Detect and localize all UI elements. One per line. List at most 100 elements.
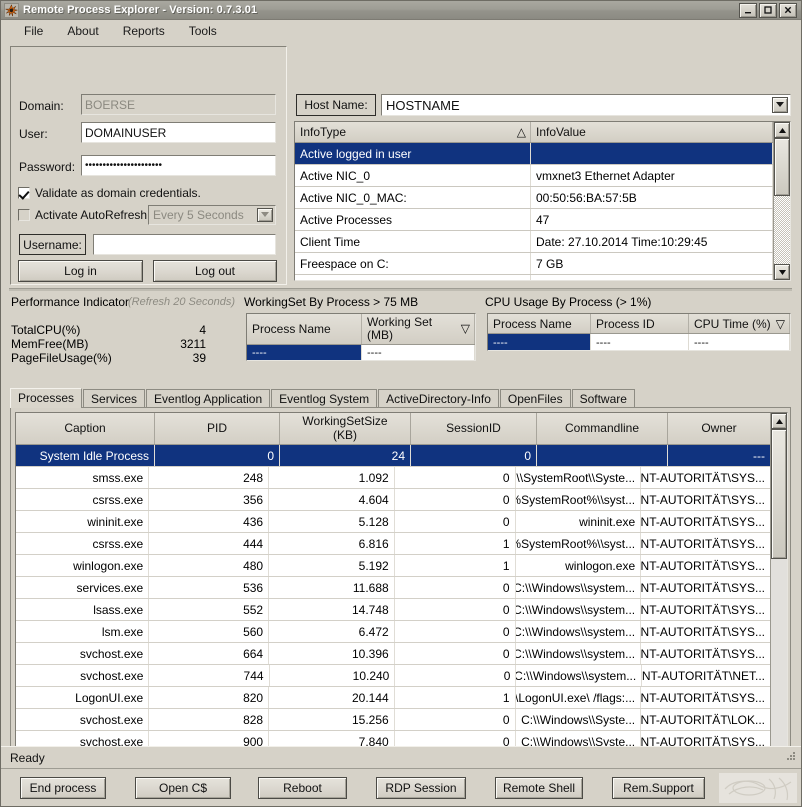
status-bar: Ready xyxy=(1,746,801,768)
header-cpu-process-name[interactable]: Process Name xyxy=(488,314,591,333)
host-info-row[interactable]: Active Processes 47 xyxy=(295,209,773,231)
header-owner[interactable]: Owner xyxy=(668,413,770,444)
password-field[interactable]: •••••••••••••••••••••• xyxy=(81,155,276,176)
rem-support-button[interactable]: Rem.Support xyxy=(612,777,705,799)
header-ws-process-name[interactable]: Process Name xyxy=(247,314,362,344)
menu-tools[interactable]: Tools xyxy=(180,22,226,40)
host-info-row[interactable]: Active logged in user xyxy=(295,143,773,165)
title-bar[interactable]: Remote Process Explorer - Version: 0.7.3… xyxy=(1,1,801,20)
refresh-interval-combo[interactable]: Every 5 Seconds xyxy=(148,205,276,225)
remote-shell-button[interactable]: Remote Shell xyxy=(495,777,583,799)
close-button[interactable] xyxy=(779,2,797,18)
autorefresh-checkbox[interactable] xyxy=(18,209,30,221)
table-row[interactable]: wininit.exe 436 5.128 0 wininit.exe NT-AUTORI… xyxy=(16,511,770,533)
table-row[interactable]: svchost.exe 744 10.240 0 C:\\Windows\\system… xyxy=(16,665,770,687)
minimize-button[interactable] xyxy=(739,2,757,18)
workingset-panel-title: WorkingSet By Process > 75 MB xyxy=(244,295,419,309)
open-c-share-button[interactable]: Open C$ xyxy=(135,777,231,799)
header-cpu-time[interactable]: CPU Time (%) ▽ xyxy=(689,314,790,333)
workingset-header-row: Process Name Working Set (MB) ▽ xyxy=(247,314,475,345)
scroll-up-icon[interactable] xyxy=(774,122,790,138)
workingset-row[interactable]: ---- ---- xyxy=(247,345,475,360)
cell-commandline: winlogon.exe xyxy=(516,555,642,576)
reboot-button[interactable]: Reboot xyxy=(258,777,347,799)
host-info-row[interactable]: Freespace on C: 7 GB xyxy=(295,253,773,275)
table-row[interactable]: smss.exe 248 1.092 0 \\SystemRoot\\Syste... N… xyxy=(16,467,770,489)
table-row[interactable]: services.exe 536 11.688 0 C:\\Windows\\syste… xyxy=(16,577,770,599)
host-info-scrollbar[interactable] xyxy=(773,122,790,280)
tab-processes[interactable]: Processes xyxy=(10,388,83,408)
cpu-usage-grid[interactable]: Process Name Process ID CPU Time (%) ▽ -… xyxy=(487,313,791,351)
tab-eventlog-application[interactable]: Eventlog Application xyxy=(146,389,271,408)
header-caption[interactable]: Caption xyxy=(16,413,155,444)
table-row[interactable]: winlogon.exe 480 5.192 1 winlogon.exe NT-AUTO… xyxy=(16,555,770,577)
header-ws-value[interactable]: Working Set (MB) ▽ xyxy=(362,314,475,344)
header-sessionid[interactable]: SessionID xyxy=(411,413,537,444)
host-info-scroll-thumb[interactable] xyxy=(774,138,790,196)
table-row[interactable]: csrss.exe 444 6.816 1 %SystemRoot%\\syst... N… xyxy=(16,533,770,555)
cell-workingsetsize: 11.688 xyxy=(269,577,395,598)
table-row[interactable]: LogonUI.exe 820 20.144 1 \LogonUI.exe\ /flag… xyxy=(16,687,770,709)
scroll-up-icon[interactable] xyxy=(771,413,787,429)
workingset-grid[interactable]: Process Name Working Set (MB) ▽ ---- ---… xyxy=(246,313,476,361)
process-scroll-track[interactable] xyxy=(771,429,787,772)
table-row[interactable]: svchost.exe 664 10.396 0 C:\\Windows\\system… xyxy=(16,643,770,665)
maximize-button[interactable] xyxy=(759,2,777,18)
host-info-row[interactable]: Active NIC_0 vmxnet3 Ethernet Adapter xyxy=(295,165,773,187)
sort-descending-icon: ▽ xyxy=(775,316,785,331)
table-row[interactable]: System Idle Process 0 24 0 --- xyxy=(16,445,770,467)
menu-reports[interactable]: Reports xyxy=(114,22,174,40)
cpu-usage-row[interactable]: ---- ---- ---- xyxy=(488,334,790,350)
process-table[interactable]: Caption PID WorkingSetSize (KB) SessionI… xyxy=(15,412,788,789)
header-pid[interactable]: PID xyxy=(155,413,280,444)
process-table-scrollbar[interactable] xyxy=(770,413,787,788)
header-infotype[interactable]: InfoType △ xyxy=(295,122,531,142)
autorefresh-row[interactable]: Activate AutoRefresh xyxy=(18,208,147,222)
header-workingsetsize[interactable]: WorkingSetSize (KB) xyxy=(280,413,411,444)
username-input[interactable] xyxy=(93,234,276,255)
host-info-grid[interactable]: InfoType △ InfoValue Active logged in us… xyxy=(294,121,791,281)
scroll-down-icon[interactable] xyxy=(774,264,790,280)
process-scroll-thumb[interactable] xyxy=(771,429,787,560)
chevron-down-icon[interactable] xyxy=(772,97,788,113)
table-row[interactable]: svchost.exe 828 15.256 0 C:\\Windows\\Syste.… xyxy=(16,709,770,731)
autorefresh-label: Activate AutoRefresh xyxy=(35,208,148,222)
table-row[interactable]: csrss.exe 356 4.604 0 %SystemRoot%\\syst... N… xyxy=(16,489,770,511)
host-info-cell-type: Active logged in user xyxy=(295,143,531,164)
logout-button[interactable]: Log out xyxy=(153,260,277,282)
cell-caption: csrss.exe xyxy=(16,489,150,510)
validate-credentials-checkbox[interactable] xyxy=(18,187,30,199)
cell-commandline: wininit.exe xyxy=(516,511,642,532)
host-name-combo[interactable]: HOSTNAME xyxy=(381,94,791,116)
chevron-down-icon[interactable] xyxy=(257,208,273,222)
validate-credentials-row[interactable]: Validate as domain credentials. xyxy=(18,186,201,200)
tab-services[interactable]: Services xyxy=(83,389,146,408)
host-info-row[interactable]: Client Time Date: 27.10.2014 Time:10:29:4… xyxy=(295,231,773,253)
tab-openfiles[interactable]: OpenFiles xyxy=(499,389,571,408)
host-info-row[interactable]: Active NIC_0_MAC: 00:50:56:BA:57:5B xyxy=(295,187,773,209)
resize-grip-icon[interactable] xyxy=(787,752,797,762)
username-button[interactable]: Username: xyxy=(19,234,86,255)
user-field[interactable]: DOMAINUSER xyxy=(81,122,276,143)
host-info-scroll-track[interactable] xyxy=(774,138,790,264)
table-row[interactable]: lsass.exe 552 14.748 0 C:\\Windows\\system..… xyxy=(16,599,770,621)
header-commandline[interactable]: Commandline xyxy=(537,413,668,444)
vendor-logo-watermark xyxy=(719,773,797,803)
tab-software[interactable]: Software xyxy=(571,389,635,408)
menu-about[interactable]: About xyxy=(58,22,107,40)
table-row[interactable]: lsm.exe 560 6.472 0 C:\\Windows\\system... NT… xyxy=(16,621,770,643)
domain-field[interactable]: BOERSE xyxy=(81,94,276,115)
rdp-session-button[interactable]: RDP Session xyxy=(376,777,466,799)
cell-pid: 444 xyxy=(149,533,270,554)
host-info-row[interactable]: Host_Uptime2 Days 22 Hours 3 Minutes 36 … xyxy=(295,275,773,280)
menu-file[interactable]: File xyxy=(15,22,52,40)
tab-activedirectory-info[interactable]: ActiveDirectory-Info xyxy=(378,389,499,408)
metric-value-memfree: 3211 xyxy=(180,337,206,351)
process-table-header-row: Caption PID WorkingSetSize (KB) SessionI… xyxy=(16,413,770,445)
login-button[interactable]: Log in xyxy=(18,260,143,282)
header-infovalue[interactable]: InfoValue xyxy=(531,122,773,142)
header-cpu-process-id[interactable]: Process ID xyxy=(591,314,689,333)
end-process-button[interactable]: End process xyxy=(20,777,106,799)
tab-eventlog-system[interactable]: Eventlog System xyxy=(271,389,378,408)
host-info-grid-inner: InfoType △ InfoValue Active logged in us… xyxy=(295,122,773,280)
